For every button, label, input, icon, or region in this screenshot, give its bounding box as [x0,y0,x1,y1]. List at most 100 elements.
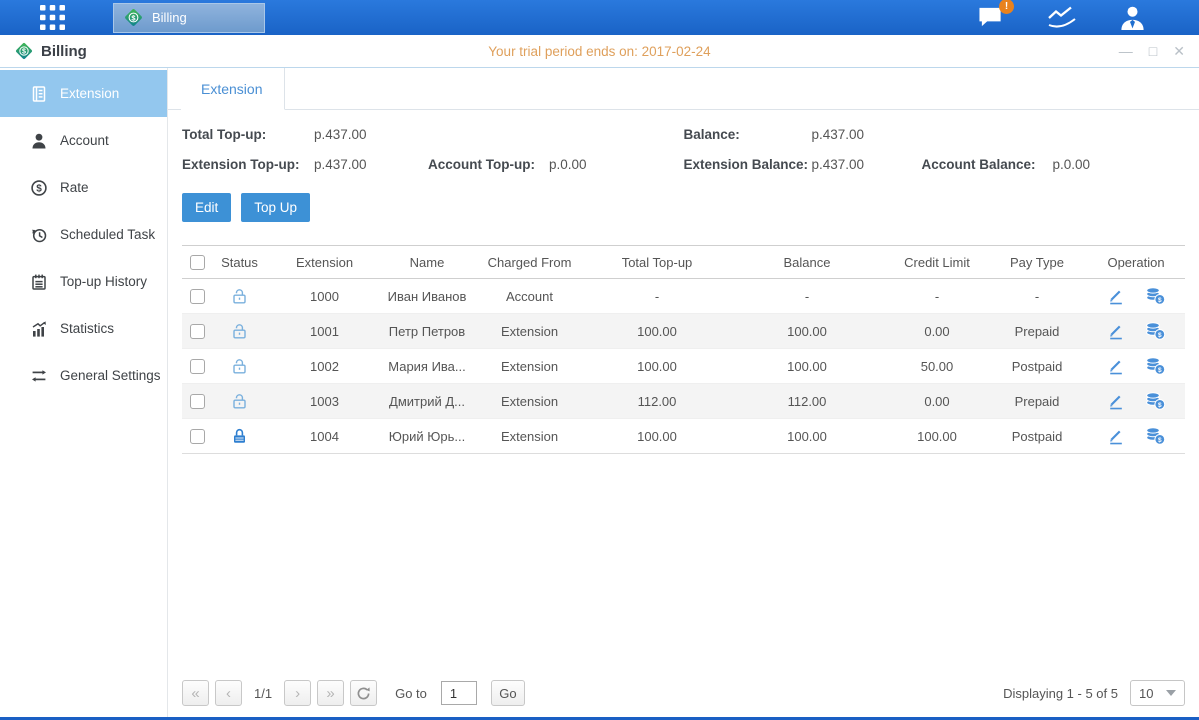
top-up-row-icon[interactable]: $ [1144,391,1166,411]
prev-page-button[interactable]: ‹ [215,680,242,706]
refresh-icon [356,686,371,701]
close-button[interactable]: ✕ [1173,44,1185,58]
lock-status-icon[interactable] [230,322,249,337]
edit-button[interactable]: Edit [182,193,231,222]
table-row: 1001 Петр Петров Extension 100.00 100.00… [182,314,1185,349]
sidebar-item-extension[interactable]: Extension [0,70,167,117]
cell-extension: 1000 [267,279,382,314]
top-up-row-icon[interactable]: $ [1144,356,1166,376]
svg-text:$: $ [1157,437,1161,444]
page-indicator: 1/1 [254,686,272,701]
sidebar-item-scheduled-task[interactable]: Scheduled Task [0,211,167,258]
cell-credit-limit: 100.00 [887,419,987,454]
cell-name: Иван Иванов [382,279,472,314]
cell-pay-type: Prepaid [987,314,1087,349]
cell-balance: 100.00 [727,349,887,384]
sidebar-item-statistics[interactable]: Statistics [0,305,167,352]
tab-extension[interactable]: Extension [181,68,285,110]
messages-button[interactable]: ! [976,5,1006,30]
lock-status-icon[interactable] [230,357,249,372]
taskbar-app-label: Billing [152,10,187,25]
notepad-icon [30,273,48,291]
balance-value: p.437.00 [812,127,922,142]
first-page-button[interactable]: « [182,680,209,706]
window-titlebar: $ Billing Your trial period ends on: 201… [0,35,1199,68]
ledger-icon [30,85,48,103]
goto-page-input[interactable] [441,681,477,705]
trial-notice: Your trial period ends on: 2017-02-24 [0,44,1199,59]
edit-row-icon[interactable] [1107,392,1126,411]
app-grid-button[interactable] [35,3,69,33]
taskbar-app-billing[interactable]: $ Billing [113,3,265,33]
page-size-select[interactable]: 10 [1130,680,1185,706]
row-checkbox[interactable] [190,324,205,339]
sidebar-item-label: Rate [60,180,89,195]
tab-bar: Extension [168,68,1199,110]
main-content: Extension Total Top-up: p.437.00 Balance… [168,68,1199,717]
cell-charged-from: Extension [472,314,587,349]
cell-credit-limit: 50.00 [887,349,987,384]
sidebar-item-label: Top-up History [60,274,147,289]
lock-status-icon[interactable] [230,287,249,302]
col-operation: Operation [1087,246,1185,279]
go-button[interactable]: Go [491,680,525,706]
cell-extension: 1002 [267,349,382,384]
col-credit-limit: Credit Limit [887,246,987,279]
last-page-button[interactable]: » [317,680,344,706]
grid-icon [39,4,66,31]
person-icon [30,132,48,150]
maximize-button[interactable]: □ [1149,44,1157,58]
table-header-row: Status Extension Name Charged From Total… [182,246,1185,279]
extension-topup-value: p.437.00 [314,157,428,172]
top-up-row-icon[interactable]: $ [1144,286,1166,306]
page-size-value: 10 [1139,686,1153,701]
col-pay-type: Pay Type [987,246,1087,279]
edit-row-icon[interactable] [1107,322,1126,341]
cell-total-topup: 100.00 [587,314,727,349]
top-up-row-icon[interactable]: $ [1144,321,1166,341]
line-chart-icon [1046,5,1078,31]
sidebar-item-label: Scheduled Task [60,227,155,242]
edit-row-icon[interactable] [1107,427,1126,446]
account-topup-value: p.0.00 [549,157,684,172]
top-up-row-icon[interactable]: $ [1144,426,1166,446]
billing-diamond-icon: $ [14,41,34,61]
edit-row-icon[interactable] [1107,357,1126,376]
edit-row-icon[interactable] [1107,287,1126,306]
next-page-button[interactable]: › [284,680,311,706]
row-checkbox[interactable] [190,289,205,304]
sidebar-item-label: General Settings [60,368,161,383]
account-button[interactable] [1118,4,1147,31]
sidebar-item-general-settings[interactable]: General Settings [0,352,167,399]
cell-total-topup: 100.00 [587,419,727,454]
extension-balance-label: Extension Balance: [684,157,812,172]
row-checkbox[interactable] [190,359,205,374]
refresh-button[interactable] [350,680,377,706]
lock-status-icon[interactable] [230,392,249,407]
cell-charged-from: Extension [472,419,587,454]
statistics-button[interactable] [1046,5,1078,31]
billing-summary: Total Top-up: p.437.00 Balance: p.437.00… [182,127,1185,172]
balance-label: Balance: [684,127,812,142]
col-status: Status [212,246,267,279]
billing-app-window: $ Billing ! [0,0,1199,720]
select-all-checkbox[interactable] [190,255,205,270]
cell-charged-from: Extension [472,384,587,419]
row-checkbox[interactable] [190,394,205,409]
sidebar-item-label: Statistics [60,321,114,336]
lock-status-icon[interactable] [230,427,249,442]
sidebar-item-topup-history[interactable]: Top-up History [0,258,167,305]
top-up-button[interactable]: Top Up [241,193,310,222]
minimize-button[interactable]: — [1119,44,1133,58]
table-footer: « ‹ 1/1 › » Go to Go Di [182,669,1185,717]
sidebar-item-account[interactable]: Account [0,117,167,164]
row-checkbox[interactable] [190,429,205,444]
desktop-taskbar: $ Billing ! [0,0,1199,35]
svg-text:$: $ [22,48,26,56]
cell-extension: 1004 [267,419,382,454]
bar-chart-icon [30,320,48,338]
sidebar-item-rate[interactable]: $ Rate [0,164,167,211]
svg-text:$: $ [1157,402,1161,409]
total-topup-value: p.437.00 [314,127,428,142]
cell-name: Петр Петров [382,314,472,349]
